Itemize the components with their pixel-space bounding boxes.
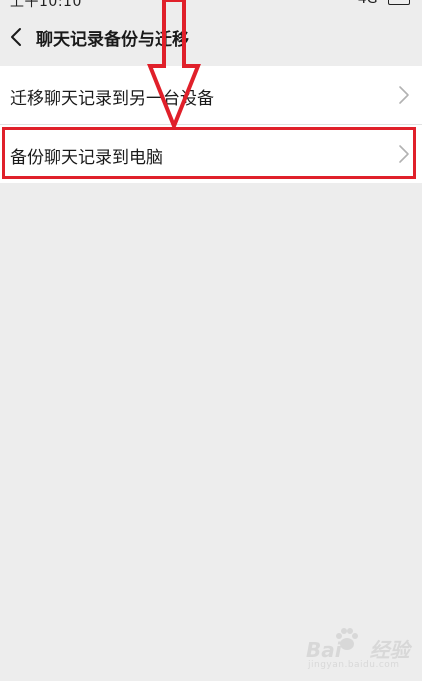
list-item-backup-to-pc[interactable]: 备份聊天记录到电脑 xyxy=(0,124,422,183)
chevron-left-icon xyxy=(11,28,21,46)
back-button[interactable] xyxy=(4,22,28,52)
watermark-url: jingyan.baidu.com xyxy=(308,660,400,670)
chevron-right-icon xyxy=(399,86,409,104)
signal-text: 4G xyxy=(358,0,378,7)
status-time: 上午10:10 xyxy=(10,0,82,8)
status-bar: 上午10:10 4G xyxy=(0,0,422,8)
battery-icon xyxy=(388,0,410,5)
nav-bar: 聊天记录备份与迁移 xyxy=(0,8,422,66)
chevron-right-icon xyxy=(399,145,409,163)
settings-list: 迁移聊天记录到另一台设备 备份聊天记录到电脑 xyxy=(0,66,422,183)
list-item-label: 备份聊天记录到电脑 xyxy=(10,148,163,168)
paw-icon xyxy=(336,628,358,650)
status-indicators: 4G xyxy=(358,0,410,7)
list-item-migrate-to-device[interactable]: 迁移聊天记录到另一台设备 xyxy=(0,66,422,124)
watermark-brand: Bai 经验 xyxy=(306,638,410,662)
page-title: 聊天记录备份与迁移 xyxy=(36,30,189,50)
list-item-label: 迁移聊天记录到另一台设备 xyxy=(10,89,214,109)
watermark: Bai 经验 jingyan.baidu.com xyxy=(300,624,412,672)
